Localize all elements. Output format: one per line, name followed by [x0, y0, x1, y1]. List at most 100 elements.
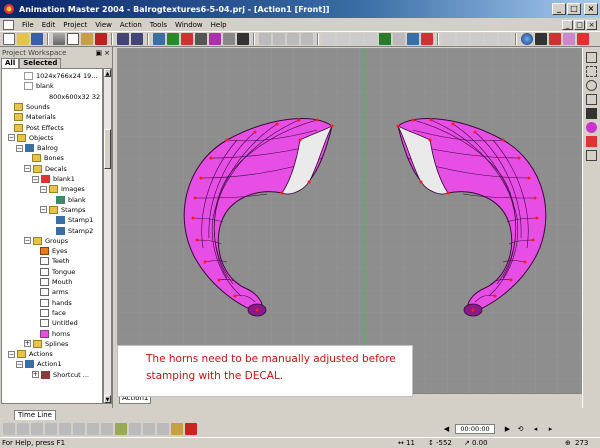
key-clear-icon[interactable] — [185, 422, 197, 435]
undo-icon[interactable] — [117, 33, 129, 45]
move-icon[interactable] — [443, 33, 455, 45]
tree-item[interactable]: Stamp1 — [56, 215, 94, 225]
key-filter-icon[interactable] — [73, 422, 85, 435]
tree-item[interactable]: Untitled — [40, 318, 79, 328]
key-paste-icon[interactable] — [101, 422, 113, 435]
key-prev-icon[interactable] — [31, 422, 43, 435]
scroll-down-icon[interactable]: ▼ — [104, 395, 111, 403]
copy-icon[interactable] — [67, 33, 79, 45]
delete-icon[interactable] — [95, 33, 107, 45]
add-point-icon[interactable] — [323, 33, 335, 45]
lasso-icon[interactable] — [337, 33, 349, 45]
scroll-up-icon[interactable]: ▲ — [104, 69, 111, 77]
menu-view[interactable]: View — [91, 21, 116, 29]
tree-item[interactable]: − Decals — [24, 164, 68, 174]
tree-item[interactable]: + Shortcut ... — [32, 370, 90, 380]
play-icon[interactable]: ▶ — [502, 424, 513, 434]
turn-icon[interactable] — [287, 33, 299, 45]
open-icon[interactable] — [17, 33, 29, 45]
key-lock-icon[interactable] — [129, 422, 141, 435]
tree-item[interactable]: − blank1 — [32, 174, 76, 184]
collapse-icon[interactable]: − — [24, 237, 31, 245]
tab-selected[interactable]: Selected — [19, 58, 62, 68]
lathe-icon[interactable] — [365, 33, 377, 45]
key-copy-icon[interactable] — [87, 422, 99, 435]
tab-all[interactable]: All — [1, 58, 20, 68]
etc-icon[interactable] — [59, 422, 71, 435]
tree-item[interactable]: − Balrog — [16, 143, 59, 153]
zoom-icon[interactable] — [273, 33, 285, 45]
document-icon[interactable] — [3, 19, 14, 30]
muscle-mode-icon[interactable] — [209, 33, 221, 45]
save-icon[interactable] — [31, 33, 43, 45]
expand-icon[interactable]: + — [32, 371, 39, 379]
tree-item[interactable]: − Actions — [8, 349, 54, 359]
cp-tool-icon[interactable] — [586, 108, 597, 119]
select-arrow-icon[interactable] — [586, 52, 597, 63]
tree-item[interactable]: + Splines — [24, 339, 69, 349]
camera-icon[interactable] — [535, 33, 547, 45]
rect-select-icon[interactable] — [586, 66, 597, 77]
menu-project[interactable]: Project — [59, 21, 91, 29]
tree-item[interactable]: − Images — [40, 184, 86, 194]
tree-item[interactable]: arms — [40, 287, 69, 297]
grid-tool-icon[interactable] — [586, 150, 597, 161]
bones-mode-icon[interactable] — [181, 33, 193, 45]
tree-item[interactable]: Post Effects — [14, 123, 65, 133]
new-icon[interactable] — [3, 33, 15, 45]
menu-file[interactable]: File — [18, 21, 38, 29]
tree-item[interactable]: Teeth — [40, 256, 71, 266]
tree-item[interactable]: blank — [56, 195, 87, 205]
tree-item[interactable]: Tongue — [40, 267, 76, 277]
tree-item[interactable]: − Stamps — [40, 205, 87, 215]
hand-icon[interactable] — [259, 33, 271, 45]
extrude-icon[interactable] — [351, 33, 363, 45]
bone-tool-icon[interactable] — [586, 94, 597, 105]
realtime-icon[interactable] — [407, 33, 419, 45]
menu-action[interactable]: Action — [116, 21, 146, 29]
collapse-icon[interactable]: − — [8, 134, 15, 142]
collapse-icon[interactable]: − — [32, 175, 39, 183]
light-icon[interactable] — [549, 33, 561, 45]
tree-item[interactable]: face — [40, 308, 67, 318]
tree-item[interactable]: hands — [40, 298, 73, 308]
zoom-fit-icon[interactable] — [301, 33, 313, 45]
rotate-icon[interactable] — [457, 33, 469, 45]
tree-item[interactable]: − Action1 — [16, 359, 63, 369]
tree-item[interactable]: − Objects — [8, 133, 55, 143]
tree-item[interactable]: − Groups — [24, 236, 69, 246]
time-field[interactable]: 00:00:00 — [455, 424, 495, 434]
palette-icon[interactable] — [563, 33, 575, 45]
expand-icon[interactable]: + — [24, 340, 31, 348]
collapse-icon[interactable]: − — [16, 360, 23, 368]
key-tool-icon[interactable] — [171, 422, 183, 435]
cut-icon[interactable] — [53, 33, 65, 45]
collapse-icon[interactable]: − — [8, 350, 15, 358]
maximize-button[interactable]: □ — [567, 3, 581, 15]
collapse-icon[interactable]: − — [24, 165, 31, 173]
help-icon[interactable] — [577, 33, 589, 45]
quick-render-icon[interactable] — [421, 33, 433, 45]
lasso-select-icon[interactable] — [586, 80, 597, 91]
scroll-thumb[interactable] — [104, 129, 111, 169]
viewport-canvas[interactable] — [117, 48, 582, 393]
tree-item[interactable]: Eyes — [40, 246, 68, 256]
tab-timeline[interactable]: Time Line — [14, 410, 56, 420]
model-viewport[interactable] — [117, 48, 582, 393]
tree-item[interactable]: blank — [24, 81, 55, 91]
tree-item[interactable]: 800x600x32 32 8... — [48, 92, 102, 102]
step-fwd-icon[interactable]: ▸ — [545, 424, 556, 434]
tree-item[interactable]: 1024x766x24 19... — [24, 71, 98, 81]
loop-icon[interactable]: ⟲ — [515, 424, 526, 434]
redo-icon[interactable] — [131, 33, 143, 45]
paste-icon[interactable] — [81, 33, 93, 45]
material-tool-icon[interactable] — [586, 122, 597, 133]
workspace-scrollbar[interactable]: ▲ ▼ — [103, 68, 112, 404]
tree-item[interactable]: Mouth — [40, 277, 73, 287]
mdi-maximize-button[interactable]: □ — [574, 19, 585, 30]
minimize-button[interactable]: _ — [552, 3, 566, 15]
render-icon[interactable] — [153, 33, 165, 45]
key-cut-icon[interactable] — [157, 422, 169, 435]
workspace-close-button[interactable]: × — [104, 49, 110, 57]
mdi-close-button[interactable]: × — [586, 19, 597, 30]
